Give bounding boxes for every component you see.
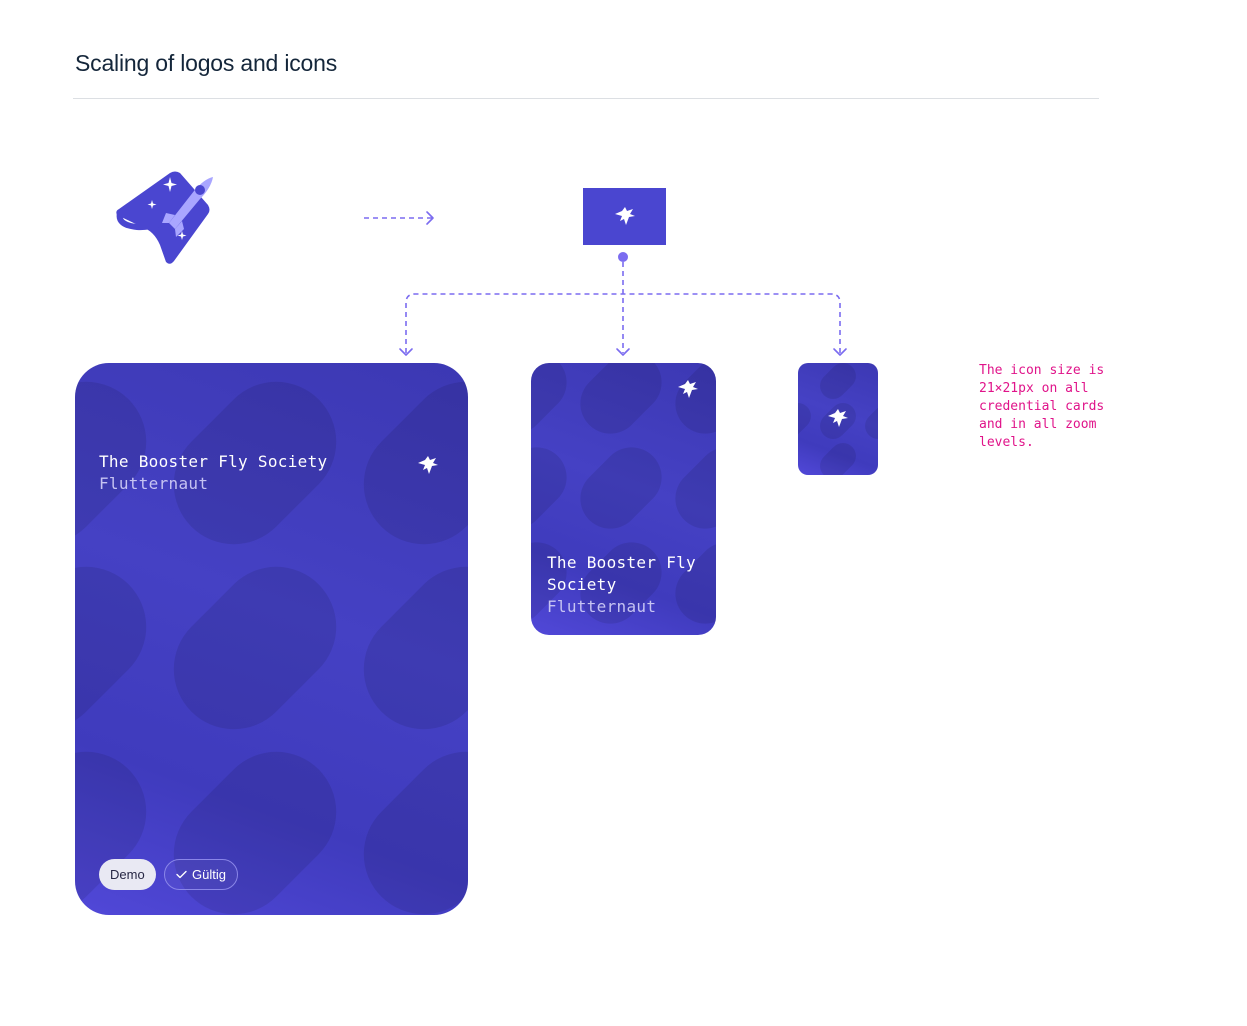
annotation-note: The icon size is 21×21px on all credenti… (979, 363, 1105, 450)
credential-card-small[interactable] (798, 363, 878, 475)
card-subtitle: Flutternaut (99, 474, 209, 493)
bird-icon (828, 409, 848, 427)
credential-card-large[interactable]: The Booster Fly Society Flutternaut Demo… (75, 363, 468, 915)
bird-icon (418, 456, 438, 474)
check-icon (176, 870, 187, 879)
bird-icon (678, 380, 698, 398)
valid-badge: Gültig (164, 859, 238, 890)
card-issuer-name: The Booster Fly Society (99, 452, 328, 471)
bird-icon (614, 206, 635, 225)
logo-tile (583, 188, 666, 245)
card-subtitle: Flutternaut (547, 597, 657, 616)
demo-badge: Demo (99, 859, 156, 890)
valid-badge-label: Gültig (192, 867, 226, 882)
demo-badge-label: Demo (110, 867, 145, 882)
card-issuer-name: The Booster Fly Society (547, 553, 696, 594)
card-pattern (75, 381, 468, 915)
credential-card-medium[interactable]: The Booster Fly Society Flutternaut (531, 363, 716, 635)
